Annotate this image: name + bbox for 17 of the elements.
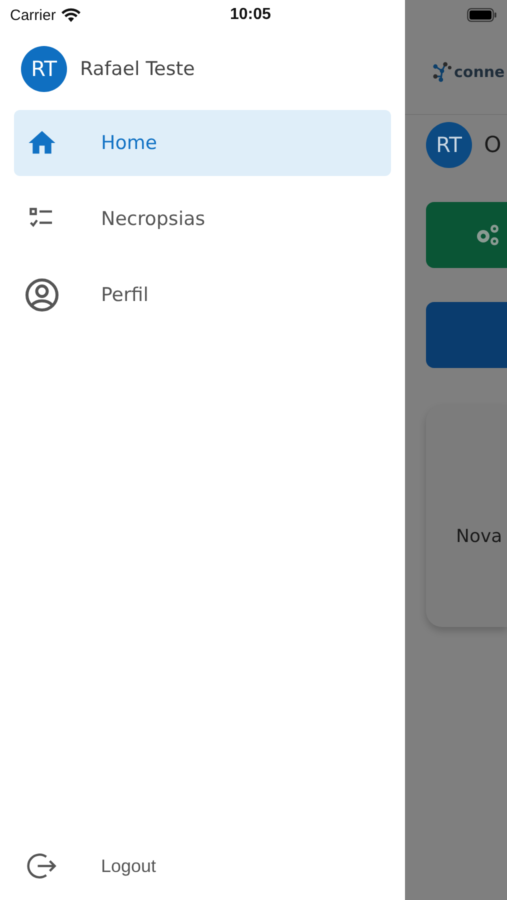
- logo-icon: [431, 61, 453, 83]
- wifi-icon: [60, 8, 81, 22]
- user-avatar: RT: [21, 46, 67, 92]
- carrier-label: Carrier: [10, 6, 56, 24]
- clock-time: 10:05: [230, 6, 271, 24]
- menu-item[interactable]: Home: [14, 110, 391, 176]
- person-icon: [24, 277, 60, 313]
- user-name: O: [484, 132, 502, 158]
- user-avatar: RT: [426, 122, 472, 168]
- card-label: Nova: [456, 526, 502, 546]
- logo-text: conne: [454, 63, 505, 81]
- logout-item[interactable]: Logout: [14, 833, 391, 899]
- menu-item[interactable]: Perfil: [14, 262, 391, 328]
- battery-icon: [467, 8, 497, 22]
- user-name: Rafael Teste: [80, 58, 195, 80]
- dimmed-backdrop[interactable]: conne RT O Nova: [405, 0, 507, 900]
- menu-item[interactable]: Necropsias: [14, 186, 391, 252]
